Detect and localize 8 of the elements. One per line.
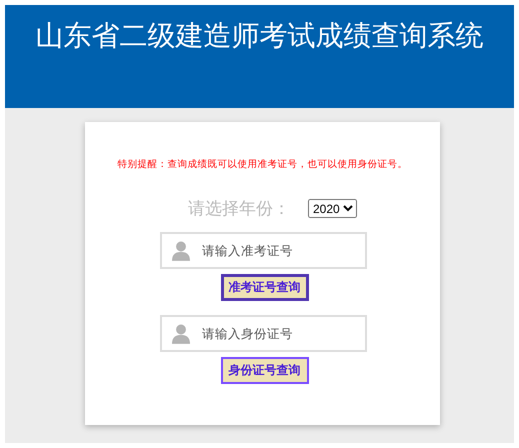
page-title: 山东省二级建造师考试成绩查询系统: [36, 20, 484, 54]
query-button[interactable]: 身份证号查询: [220, 357, 308, 384]
input-field[interactable]: 请输入准考证号: [160, 232, 367, 269]
year-label: 请选择年份：: [188, 198, 290, 220]
query-button[interactable]: 准考证号查询: [220, 274, 308, 301]
year-select[interactable]: 2020: [308, 199, 357, 218]
input-field[interactable]: 请输入身份证号: [160, 315, 367, 352]
notice-text: 特别提醒：查询成绩既可以使用准考证号，也可以使用身份证号。: [118, 159, 408, 171]
